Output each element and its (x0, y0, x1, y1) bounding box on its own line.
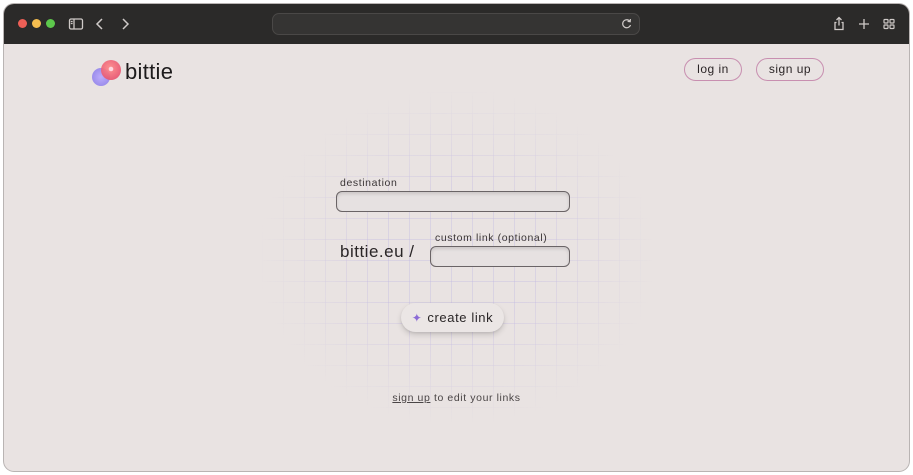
sidebar-icon[interactable] (67, 15, 85, 33)
login-button[interactable]: log in (684, 58, 742, 81)
zoom-window-button[interactable] (46, 19, 55, 28)
page-content: bittie log in sign up destination bittie… (4, 44, 909, 471)
create-link-button[interactable]: ✦ create link (401, 303, 504, 332)
forward-icon[interactable] (116, 15, 134, 33)
custom-link-label: custom link (optional) (435, 232, 548, 244)
address-bar[interactable] (272, 13, 640, 35)
sparkle-icon: ✦ (411, 310, 423, 325)
custom-link-input[interactable] (430, 246, 570, 267)
bittie-logo-icon (92, 60, 121, 86)
close-window-button[interactable] (18, 19, 27, 28)
browser-toolbar (4, 4, 909, 44)
reload-icon[interactable] (620, 17, 633, 30)
browser-window: bittie log in sign up destination bittie… (4, 4, 909, 471)
create-link-label: create link (427, 310, 494, 325)
minimize-window-button[interactable] (32, 19, 41, 28)
logo-text: bittie (125, 59, 174, 84)
destination-input[interactable] (336, 191, 570, 212)
link-prefix: bittie.eu / (340, 242, 415, 261)
new-tab-icon[interactable] (855, 15, 873, 33)
signup-hint: sign up to edit your links (4, 392, 909, 404)
signup-button[interactable]: sign up (756, 58, 824, 81)
share-icon[interactable] (830, 15, 848, 33)
back-icon[interactable] (91, 15, 109, 33)
destination-label: destination (340, 177, 398, 189)
tab-overview-icon[interactable] (880, 15, 898, 33)
signup-hint-text: to edit your links (430, 392, 521, 404)
signup-hint-link[interactable]: sign up (392, 392, 430, 404)
